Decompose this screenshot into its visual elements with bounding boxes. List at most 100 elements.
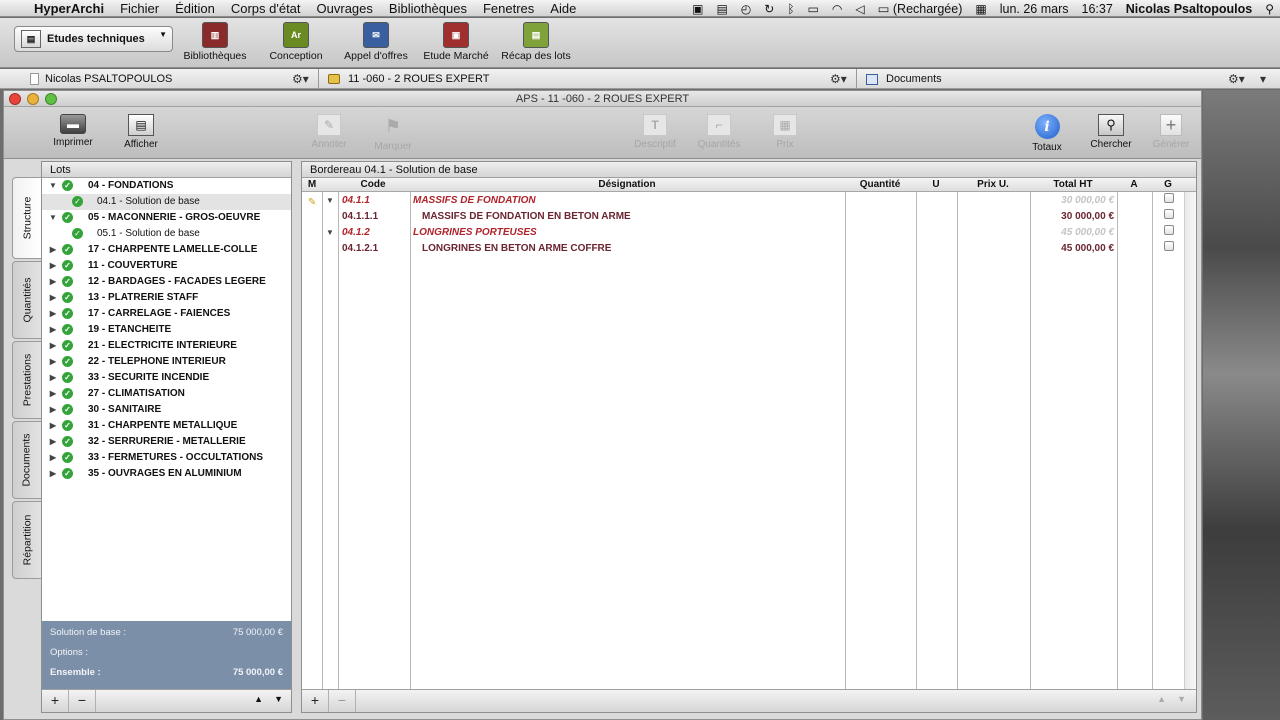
menu-fenetres[interactable]: Fenetres (475, 1, 542, 16)
disclosure-closed-icon[interactable]: ▶ (48, 354, 58, 370)
lot-item[interactable]: ▼ ✓ 05 - MACONNERIE - GROS-OEUVRE (42, 210, 291, 226)
disclosure-open-icon[interactable]: ▼ (48, 210, 58, 226)
user-gear-icon[interactable]: ⚙▾ (292, 69, 309, 89)
disclosure-closed-icon[interactable]: ▶ (48, 370, 58, 386)
descriptif-button[interactable]: T Descriptif (620, 114, 690, 150)
volume-icon[interactable]: ◁ (855, 2, 864, 16)
col-code[interactable]: Code (338, 178, 408, 192)
quantites-button[interactable]: ⌐ Quantités (684, 114, 754, 150)
article-row[interactable]: 04.1.1.1 MASSIFS DE FONDATION EN BETON AR… (302, 209, 1196, 225)
tab-repartition[interactable]: Répartition (12, 501, 42, 579)
zoom-icon[interactable] (45, 93, 57, 105)
lot-item[interactable]: ▶ ✓ 35 - OUVRAGES EN ALUMINIUM (42, 466, 291, 482)
menu-edition[interactable]: Édition (167, 1, 223, 16)
chapter-row[interactable]: ▼ 04.1.2 LONGRINES PORTEUSES 45 000,00 € (302, 225, 1196, 241)
menu-aide[interactable]: Aide (542, 1, 584, 16)
menu-corps-etat[interactable]: Corps d'état (223, 1, 309, 16)
disclosure-closed-icon[interactable]: ▶ (48, 274, 58, 290)
move-down-icon[interactable]: ▼ (274, 694, 283, 704)
disclosure-closed-icon[interactable]: ▶ (48, 258, 58, 274)
nav-appel-offres[interactable]: ✉ Appel d'offres (336, 22, 416, 62)
display-icon[interactable]: ▭ (808, 2, 819, 16)
menu-ouvrages[interactable]: Ouvrages (309, 1, 381, 16)
camera-icon[interactable]: ▣ (692, 2, 703, 16)
lot-item[interactable]: ▶ ✓ 12 - BARDAGES - FACADES LEGERE (42, 274, 291, 290)
col-unite[interactable]: U (916, 178, 956, 192)
disclosure-closed-icon[interactable]: ▶ (48, 386, 58, 402)
disclosure-closed-icon[interactable]: ▶ (48, 306, 58, 322)
disclosure-closed-icon[interactable]: ▶ (48, 338, 58, 354)
row-g-checkbox[interactable] (1164, 225, 1174, 235)
bluetooth-icon[interactable]: ᛒ (787, 2, 794, 16)
sync-icon[interactable]: ↻ (764, 2, 774, 16)
disclosure-open-icon[interactable]: ▼ (48, 178, 58, 194)
tab-structure[interactable]: Structure (12, 177, 42, 259)
disclosure-closed-icon[interactable]: ▶ (48, 450, 58, 466)
lot-item[interactable]: ▶ ✓ 33 - FERMETURES - OCCULTATIONS (42, 450, 291, 466)
nav-recap-lots[interactable]: ▤ Récap des lots (496, 22, 576, 62)
dropdown-arrow-icon[interactable]: ▾ (1260, 69, 1266, 89)
lot-item[interactable]: ▶ ✓ 32 - SERRURERIE - METALLERIE (42, 434, 291, 450)
lot-item[interactable]: ▶ ✓ 27 - CLIMATISATION (42, 386, 291, 402)
col-designation[interactable]: Désignation (410, 178, 844, 192)
app-menu[interactable]: HyperArchi (26, 1, 112, 16)
row-g-checkbox[interactable] (1164, 241, 1174, 251)
lot-item[interactable]: ▶ ✓ 17 - CHARPENTE LAMELLE-COLLE (42, 242, 291, 258)
disclosure-open-icon[interactable]: ▼ (326, 225, 334, 241)
wifi-icon[interactable]: ◠ (832, 2, 842, 16)
disclosure-closed-icon[interactable]: ▶ (48, 418, 58, 434)
annotate-button[interactable]: ✎ Annoter (294, 114, 364, 150)
spotlight-search-icon[interactable]: ⚲ (1265, 2, 1274, 16)
project-gear-icon[interactable]: ⚙▾ (830, 69, 847, 89)
generer-button[interactable]: + Générer (1136, 114, 1206, 150)
lot-item[interactable]: ▶ ✓ 22 - TELEPHONE INTERIEUR (42, 354, 291, 370)
menu-fichier[interactable]: Fichier (112, 1, 167, 16)
col-m[interactable]: M (302, 178, 322, 192)
lot-item[interactable]: ▶ ✓ 21 - ELECTRICITE INTERIEURE (42, 338, 291, 354)
disclosure-closed-icon[interactable]: ▶ (48, 466, 58, 482)
lot-item[interactable]: ▶ ✓ 13 - PLATRERIE STAFF (42, 290, 291, 306)
lot-item[interactable]: ▶ ✓ 31 - CHARPENTE METALLIQUE (42, 418, 291, 434)
user-menu[interactable]: Nicolas Psaltopoulos (1126, 2, 1252, 16)
move-down-icon[interactable]: ▼ (1177, 694, 1186, 704)
battery-status[interactable]: ▭ (Rechargée) (878, 1, 963, 16)
nav-conception[interactable]: Ar Conception (256, 22, 336, 62)
disclosure-closed-icon[interactable]: ▶ (48, 242, 58, 258)
disclosure-closed-icon[interactable]: ▶ (48, 402, 58, 418)
lot-item[interactable]: ▶ ✓ 33 - SECURITE INCENDIE (42, 370, 291, 386)
row-g-checkbox[interactable] (1164, 209, 1174, 219)
minimize-icon[interactable] (27, 93, 39, 105)
col-prix-unitaire[interactable]: Prix U. (957, 178, 1029, 192)
col-quantite[interactable]: Quantité (845, 178, 915, 192)
tab-prestations[interactable]: Prestations (12, 341, 42, 419)
move-up-icon[interactable]: ▲ (1157, 694, 1166, 704)
nav-etude-marche[interactable]: ▣ Etude Marché (416, 22, 496, 62)
calendar-icon[interactable]: ▦ (975, 2, 986, 16)
disclosure-closed-icon[interactable]: ▶ (48, 290, 58, 306)
lot-item[interactable]: ▶ ✓ 19 - ETANCHEITE (42, 322, 291, 338)
close-icon[interactable] (9, 93, 21, 105)
nav-bibliotheques[interactable]: ▥ Bibliothèques (175, 22, 255, 62)
tab-documents[interactable]: Documents (12, 421, 42, 499)
documents-selector[interactable]: Documents (866, 69, 942, 89)
remove-row-button[interactable]: − (329, 690, 356, 712)
lot-item[interactable]: ▶ ✓ 30 - SANITAIRE (42, 402, 291, 418)
disclosure-open-icon[interactable]: ▼ (326, 193, 334, 209)
col-total-ht[interactable]: Total HT (1030, 178, 1116, 192)
lot-variant-item[interactable]: ✓ 04.1 - Solution de base (42, 194, 291, 210)
view-button[interactable]: ▤ Afficher (106, 114, 176, 150)
print-button[interactable]: ▬ Imprimer (38, 114, 108, 148)
row-g-checkbox[interactable] (1164, 193, 1174, 203)
disclosure-closed-icon[interactable]: ▶ (48, 434, 58, 450)
totaux-button[interactable]: i Totaux (1012, 114, 1082, 153)
stack-icon[interactable]: ▤ (716, 2, 727, 16)
lot-item[interactable]: ▶ ✓ 11 - COUVERTURE (42, 258, 291, 274)
clock-date[interactable]: lun. 26 mars (1000, 2, 1069, 16)
tab-quantites[interactable]: Quantités (12, 261, 42, 339)
add-lot-button[interactable]: + (42, 690, 69, 712)
add-row-button[interactable]: + (302, 690, 329, 712)
project-selector[interactable]: 11 -060 - 2 ROUES EXPERT (328, 69, 489, 89)
vertical-scrollbar[interactable] (1184, 192, 1196, 689)
col-g[interactable]: G (1152, 178, 1184, 192)
clock-time[interactable]: 16:37 (1082, 2, 1113, 16)
